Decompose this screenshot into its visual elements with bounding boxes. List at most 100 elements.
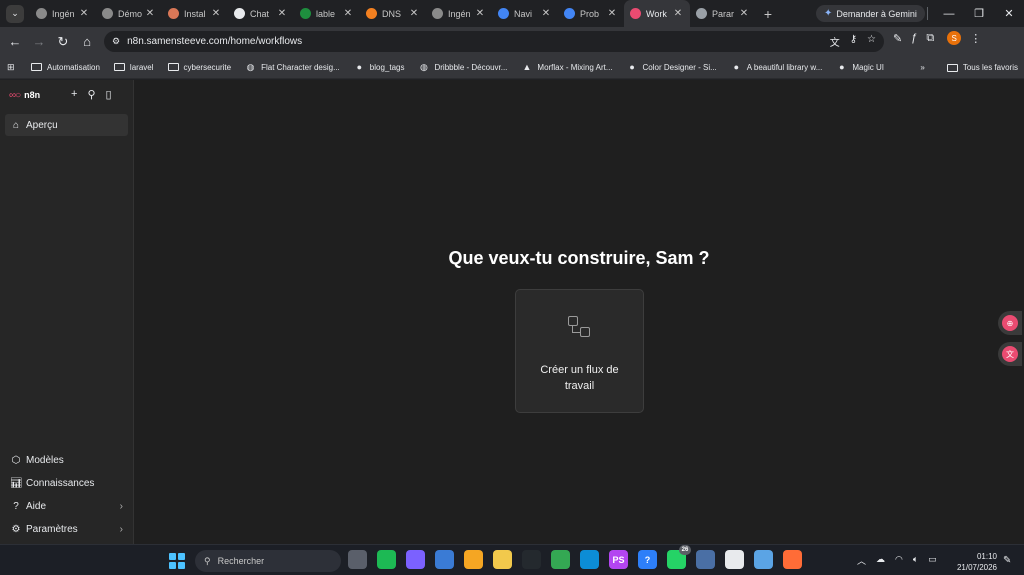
copilot-icon[interactable]	[406, 550, 425, 569]
minimize-icon[interactable]: —	[934, 0, 964, 27]
close-window-icon[interactable]: ✕	[994, 0, 1024, 27]
browser-tab[interactable]: Chat ✕	[228, 0, 294, 27]
bookmark-item[interactable]: ▲ Morflax - Mixing Art...	[521, 62, 612, 72]
sidebar-item-home[interactable]: ⌂ Aperçu	[5, 114, 128, 136]
tab-title: Parar	[712, 8, 735, 19]
close-tab-icon[interactable]: ✕	[408, 8, 420, 19]
browser-tab[interactable]: lable ✕	[294, 0, 360, 27]
cloud-icon[interactable]: ☁	[876, 554, 885, 567]
search-icon[interactable]: ⚲	[87, 88, 95, 101]
help-app-icon[interactable]: ?	[638, 550, 657, 569]
sidebar-item-insights[interactable]: 📊︎ Connaissances	[5, 472, 129, 494]
browser-tab[interactable]: Work ✕	[624, 0, 690, 27]
sidebar-item-templates[interactable]: ⬡ Modèles	[5, 449, 129, 471]
tab-list: Ingén ✕ Démo ✕ Instal ✕ Chat ✕ lable ✕ DNS ✕ Ingén ✕ N…	[30, 0, 756, 27]
font-icon[interactable]: ƒ	[911, 32, 917, 44]
postman-icon[interactable]	[783, 550, 802, 569]
network-app-icon[interactable]	[754, 550, 773, 569]
close-tab-icon[interactable]: ✕	[78, 8, 90, 19]
browser-tab[interactable]: Instal ✕	[162, 0, 228, 27]
app-icon-label: PS	[612, 554, 625, 565]
bookmark-item[interactable]: ◍ Dribbble - Découvr...	[418, 62, 507, 72]
bookmark-item[interactable]: Automatisation	[31, 62, 100, 72]
github-icon[interactable]	[522, 550, 541, 569]
close-tab-icon[interactable]: ✕	[144, 8, 156, 19]
n8n-logo[interactable]: ∞○ n8n	[9, 90, 40, 101]
browser-tab[interactable]: Parar ✕	[690, 0, 756, 27]
floating-translate-button[interactable]: 文	[998, 342, 1022, 366]
reload-icon[interactable]: ↻	[51, 30, 75, 54]
notifications-icon[interactable]: ✎	[1003, 555, 1011, 566]
sidebar-header: ∞○ n8n + ⚲ ▯	[0, 80, 133, 110]
taskbar-search[interactable]: ⚲ Rechercher	[195, 550, 341, 572]
store-icon[interactable]	[435, 550, 454, 569]
taskbar-clock[interactable]: 01:10 21/07/2026	[953, 551, 997, 573]
file-explorer-icon[interactable]	[493, 550, 512, 569]
browser-tab[interactable]: Ingén ✕	[30, 0, 96, 27]
forward-icon[interactable]: →	[27, 30, 51, 54]
wifi-icon[interactable]: ◠	[895, 554, 903, 567]
create-workflow-card[interactable]: Créer un flux de travail	[515, 289, 644, 413]
close-tab-icon[interactable]: ✕	[276, 8, 288, 19]
back-icon[interactable]: ←	[3, 30, 27, 54]
close-tab-icon[interactable]: ✕	[210, 8, 222, 19]
bookmark-item[interactable]: cybersecurite	[167, 62, 231, 72]
floating-extension-button[interactable]: ⊕	[998, 311, 1022, 335]
close-tab-icon[interactable]: ✕	[342, 8, 354, 19]
close-tab-icon[interactable]: ✕	[738, 8, 750, 19]
more-bookmarks-icon[interactable]: »	[920, 63, 924, 72]
window-controls: — ❐ ✕	[934, 0, 1024, 27]
ask-gemini-button[interactable]: ✦ Demander à Gemini	[816, 5, 925, 22]
bookmark-item[interactable]: ● Magic UI	[836, 62, 884, 72]
capcut-icon[interactable]	[725, 550, 744, 569]
profile-avatar[interactable]: S	[947, 31, 962, 45]
close-tab-icon[interactable]: ✕	[540, 8, 552, 19]
tray-overflow-icon[interactable]: ︿	[857, 554, 866, 567]
all-bookmarks-folder[interactable]: Tous les favoris	[946, 63, 1018, 73]
browser-menu-icon[interactable]: ⋮	[970, 32, 981, 45]
app-icon-label: ?	[644, 554, 651, 565]
whatsapp-icon[interactable]: 26	[667, 545, 691, 569]
browser-tab[interactable]: Ingén ✕	[426, 0, 492, 27]
password-key-icon[interactable]: ⚷	[850, 34, 857, 49]
browser-tab[interactable]: Prob ✕	[558, 0, 624, 27]
address-bar[interactable]: ⚙ n8n.samensteeve.com/home/workflows 文 ⚷…	[104, 31, 884, 52]
create-plus-icon[interactable]: +	[71, 88, 77, 101]
arc-icon[interactable]	[696, 550, 715, 569]
workflow-icon	[566, 314, 594, 342]
bookmark-item[interactable]: ● A beautiful library w...	[731, 62, 823, 72]
bookmark-item[interactable]: ● blog_tags	[354, 62, 405, 72]
search-app-icon[interactable]	[464, 550, 483, 569]
battery-icon[interactable]: ▭	[928, 554, 937, 567]
volume-icon[interactable]: 🔈︎	[913, 554, 918, 567]
extensions-icon[interactable]: ⧉	[926, 32, 934, 45]
browser-tab[interactable]: Démo ✕	[96, 0, 162, 27]
restore-icon[interactable]: ❐	[964, 0, 994, 27]
bookmark-item[interactable]: ◍ Flat Character desig...	[245, 62, 340, 72]
close-tab-icon[interactable]: ✕	[606, 8, 618, 19]
site-info-icon[interactable]: ⚙	[112, 36, 120, 47]
browser-tab[interactable]: Navi ✕	[492, 0, 558, 27]
sidebar-item-gear[interactable]: ⚙ Paramètres ›	[5, 518, 129, 540]
new-tab-button[interactable]: +	[758, 6, 778, 22]
spotify-icon[interactable]	[377, 550, 396, 569]
bookmark-item[interactable]: ● Color Designer - Si...	[627, 62, 716, 72]
task-view-icon[interactable]	[348, 550, 367, 569]
close-tab-icon[interactable]: ✕	[474, 8, 486, 19]
edge-icon[interactable]	[580, 550, 599, 569]
url-text[interactable]: n8n.samensteeve.com/home/workflows	[127, 36, 830, 47]
translate-icon[interactable]: 文	[830, 34, 840, 49]
chrome-icon[interactable]	[551, 550, 570, 569]
home-page-icon[interactable]: ⌂	[75, 30, 99, 54]
sidebar-item-help[interactable]: ? Aide ›	[5, 495, 129, 517]
tab-search-button[interactable]: ⌄	[6, 4, 24, 23]
color-picker-icon[interactable]: ✎	[893, 32, 902, 45]
bookmark-star-icon[interactable]: ☆	[867, 34, 876, 49]
apps-grid-icon[interactable]: ⊞	[7, 62, 19, 73]
collapse-sidebar-icon[interactable]: ▯	[106, 88, 112, 101]
close-tab-icon[interactable]: ✕	[672, 8, 684, 19]
windows-start-icon[interactable]	[169, 553, 185, 569]
bookmark-item[interactable]: laravel	[113, 62, 154, 72]
phpstorm-icon[interactable]: PS	[609, 550, 628, 569]
browser-tab[interactable]: DNS ✕	[360, 0, 426, 27]
